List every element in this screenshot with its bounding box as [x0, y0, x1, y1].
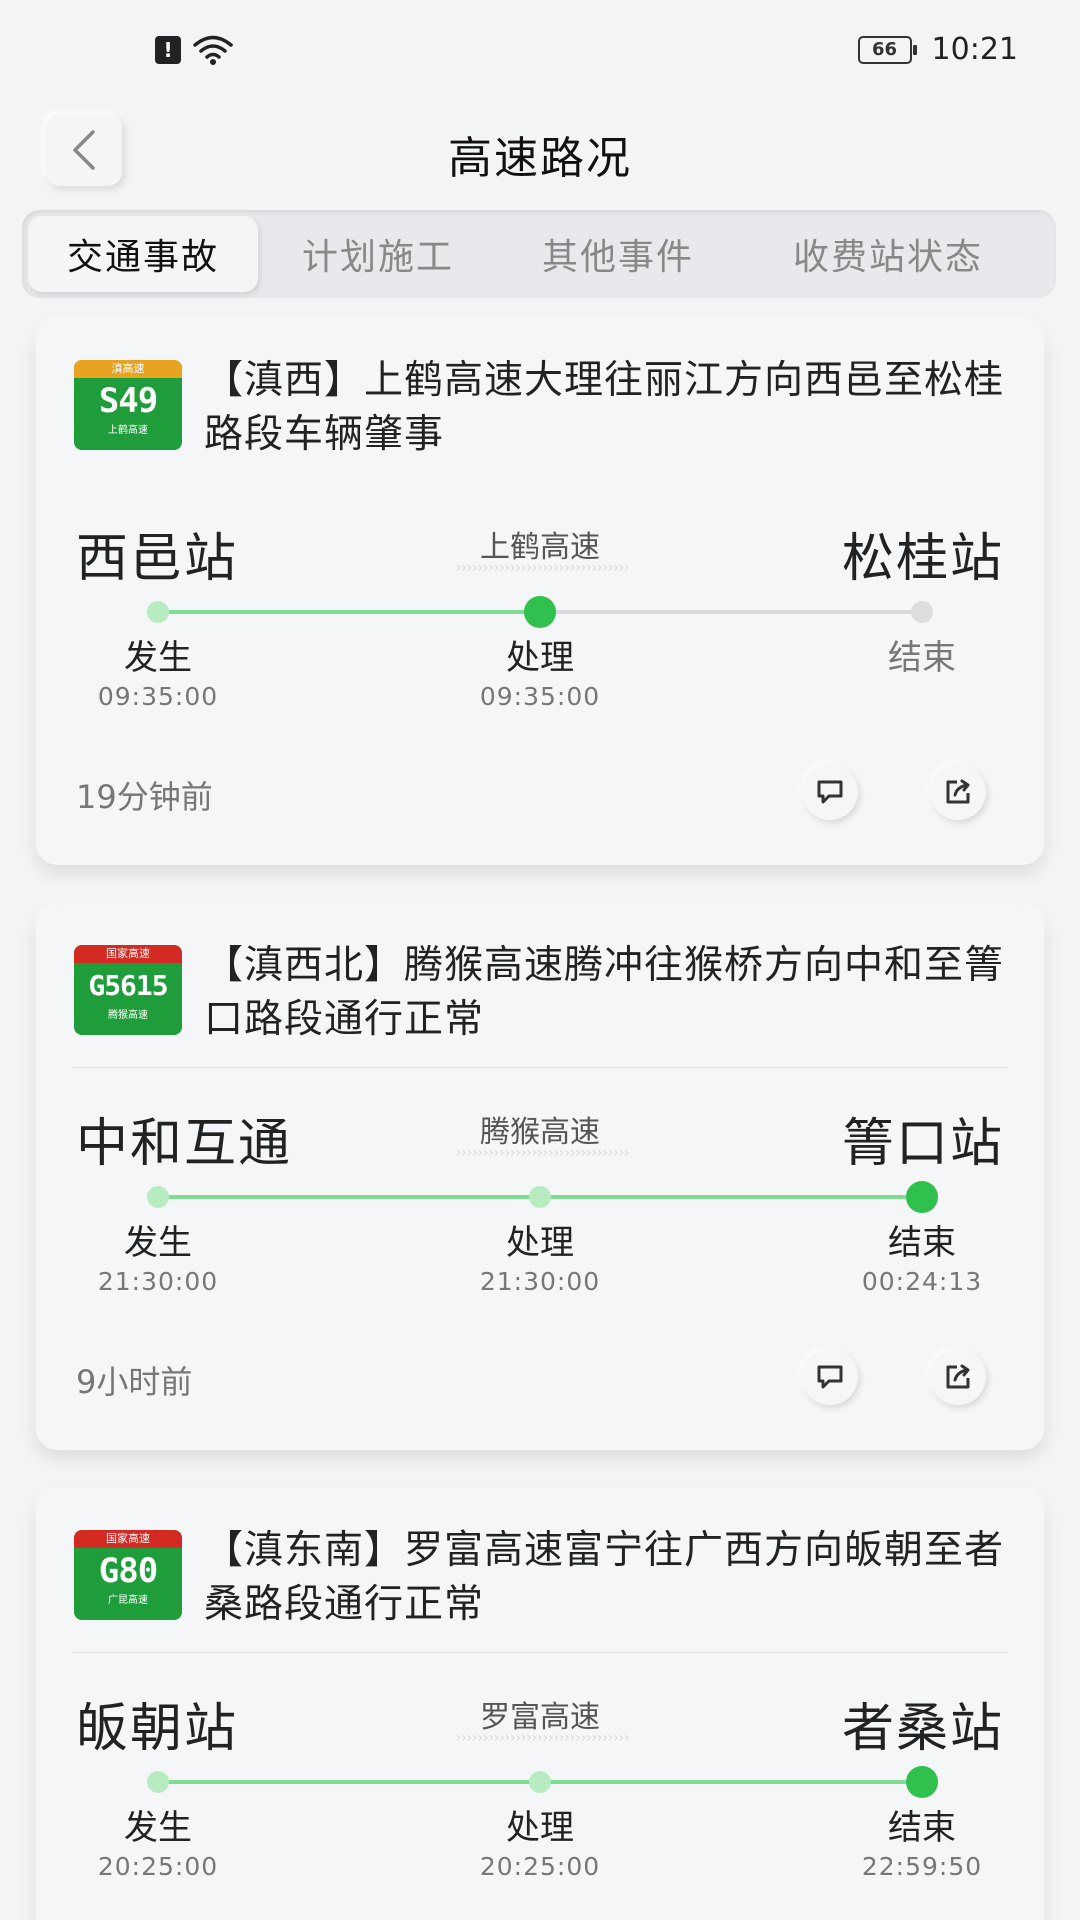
wifi-icon: [193, 35, 233, 65]
share-icon: [946, 1364, 970, 1389]
to-station: 者桑站: [841, 1699, 1004, 1759]
divider: [72, 1067, 1008, 1068]
direction-chevrons: ››››››››››››››››››››››››››››››››: [454, 560, 631, 574]
badge-top-text: 国家高速: [74, 945, 182, 963]
stage-time: 22:59:50: [861, 1852, 983, 1881]
incident-card[interactable]: 滇高速 S49 上鹤高速 【滇西】上鹤高速大理往丽江方向西邑至松桂路段车辆肇事 …: [36, 320, 1044, 865]
stage-label: 结束: [888, 638, 956, 678]
to-station: 箐口站: [841, 1114, 1004, 1174]
stage-end: 结束 22:59:50: [832, 1806, 1012, 1884]
share-button[interactable]: [930, 1349, 986, 1405]
incident-title: 【滇东南】罗富高速富宁往广西方向皈朝至者桑路段通行正常: [204, 1528, 1005, 1627]
stage-time: 20:25:00: [479, 1852, 601, 1881]
time-ago: 19分钟前: [76, 778, 213, 816]
status-bar: ! 66 10:21: [0, 0, 1080, 100]
stage-time: 21:30:00: [97, 1267, 219, 1296]
incident-card[interactable]: 国家高速 G5615 腾猴高速 【滇西北】腾猴高速腾冲往猴桥方向中和至箐口路段通…: [36, 905, 1044, 1450]
incident-title: 【滇西北】腾猴高速腾冲往猴桥方向中和至箐口路段通行正常: [204, 943, 1005, 1042]
stage-label: 发生: [124, 1223, 192, 1263]
badge-route-code: S49: [98, 381, 158, 421]
stage-label: 处理: [506, 1223, 574, 1263]
badge-bottom-text: 广昆高速: [108, 1595, 148, 1606]
stage-time: 00:24:13: [861, 1267, 983, 1296]
highway-badge: 国家高速 G80 广昆高速: [74, 1530, 182, 1620]
sim-alert-icon: !: [155, 36, 181, 64]
clock: 10:21: [931, 32, 1018, 67]
tab-bar: 交通事故 计划施工 其他事件 收费站状态: [22, 210, 1056, 298]
stage-label: 结束: [888, 1223, 956, 1263]
comment-button[interactable]: [802, 1349, 858, 1405]
badge-top-text: 国家高速: [74, 1530, 182, 1548]
header: 高速路况: [0, 108, 1080, 192]
badge-bottom-text: 上鹤高速: [108, 425, 148, 436]
tab-traffic-accident[interactable]: 交通事故: [28, 216, 258, 292]
stage-dot-occur: [147, 1771, 169, 1793]
stage-time: 09:35:00: [479, 682, 601, 711]
battery-icon: 66: [857, 35, 917, 64]
incident-title: 【滇西】上鹤高速大理往丽江方向西邑至松桂路段车辆肇事: [204, 358, 1005, 457]
stage-handle: 处理 09:35:00: [450, 636, 630, 714]
direction-chevrons: ››››››››››››››››››››››››››››››››: [454, 1145, 631, 1159]
badge-bottom-text: 腾猴高速: [108, 1010, 148, 1021]
share-icon: [946, 779, 970, 804]
comment-icon: [817, 1365, 843, 1389]
stage-label: 发生: [124, 1808, 192, 1848]
stage-time: 21:30:00: [479, 1267, 601, 1296]
stage-occur: 发生 09:35:00: [68, 636, 248, 714]
stage-handle: 处理 20:25:00: [450, 1806, 630, 1884]
page-title: 高速路况: [448, 133, 632, 184]
stage-time: 09:35:00: [97, 682, 219, 711]
badge-route-code: G80: [98, 1551, 158, 1591]
progress-fill: [158, 610, 540, 614]
tab-other-events[interactable]: 其他事件: [498, 216, 738, 292]
stage-label: 处理: [506, 1808, 574, 1848]
stage-occur: 发生 20:25:00: [68, 1806, 248, 1884]
highway-badge: 滇高速 S49 上鹤高速: [74, 360, 182, 450]
share-button[interactable]: [930, 764, 986, 820]
stage-dot-handle: [529, 1771, 551, 1793]
stage-label: 结束: [888, 1808, 956, 1848]
stage-dot-occur: [147, 601, 169, 623]
stage-dot-end: [906, 1766, 938, 1798]
highway-badge: 国家高速 G5615 腾猴高速: [74, 945, 182, 1035]
stage-dot-handle: [524, 596, 556, 628]
stage-label: 发生: [124, 638, 192, 678]
stage-dot-occur: [147, 1186, 169, 1208]
comment-icon: [817, 780, 843, 804]
stage-dot-handle: [529, 1186, 551, 1208]
stage-end: 结束 00:24:13: [832, 1221, 1012, 1299]
tab-planned-construction[interactable]: 计划施工: [258, 216, 498, 292]
stage-dot-end: [906, 1181, 938, 1213]
time-ago: 9小时前: [76, 1363, 193, 1401]
divider: [72, 1652, 1008, 1653]
stage-dot-end: [911, 601, 933, 623]
badge-route-code: G5615: [88, 969, 168, 1002]
badge-top-text: 滇高速: [74, 360, 182, 378]
direction-chevrons: ››››››››››››››››››››››››››››››››: [454, 1730, 631, 1744]
tab-toll-station-status[interactable]: 收费站状态: [738, 216, 1038, 292]
stage-time: 20:25:00: [97, 1852, 219, 1881]
incident-card[interactable]: 国家高速 G80 广昆高速 【滇东南】罗富高速富宁往广西方向皈朝至者桑路段通行正…: [36, 1490, 1044, 1920]
stage-occur: 发生 21:30:00: [68, 1221, 248, 1299]
comment-button[interactable]: [802, 764, 858, 820]
stage-handle: 处理 21:30:00: [450, 1221, 630, 1299]
stage-label: 处理: [506, 638, 574, 678]
stage-end: 结束: [832, 636, 1012, 680]
to-station: 松桂站: [841, 529, 1004, 589]
